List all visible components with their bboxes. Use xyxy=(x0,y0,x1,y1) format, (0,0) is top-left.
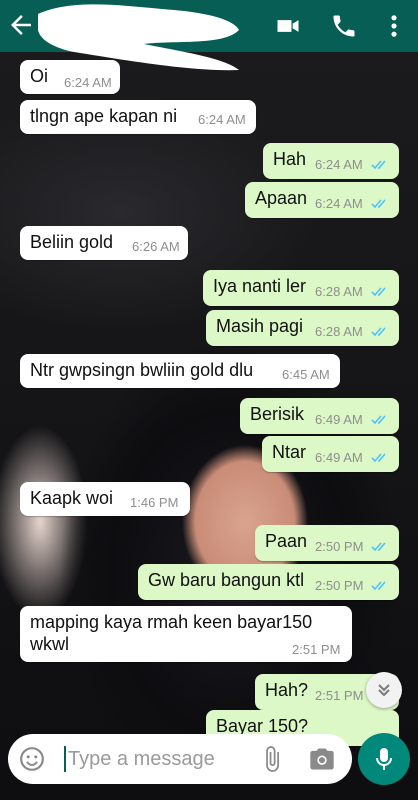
message-time: 6:28 AM xyxy=(315,324,363,339)
camera-icon[interactable] xyxy=(308,745,336,773)
message-text: Masih pagi xyxy=(216,316,304,336)
message-composer xyxy=(8,734,352,784)
message-time: 6:26 AM xyxy=(132,239,180,254)
paperclip-icon[interactable] xyxy=(258,745,286,773)
message-bubble-outgoing[interactable]: Masih pagi 6:28 AM xyxy=(206,310,399,346)
message-text: Ntr gwpsingn bwliin gold dlu xyxy=(30,360,254,380)
read-ticks-icon xyxy=(371,581,386,591)
chat-header xyxy=(0,0,418,71)
message-text: Paan xyxy=(265,531,308,551)
message-bubble-outgoing[interactable]: Apaan 6:24 AM xyxy=(245,182,399,218)
message-text: Beliin gold xyxy=(30,232,114,252)
mic-button[interactable] xyxy=(358,733,410,785)
message-input[interactable] xyxy=(68,747,258,771)
message-text: Hah? xyxy=(265,680,309,700)
more-vert-icon[interactable] xyxy=(380,12,408,40)
read-ticks-icon xyxy=(371,199,386,209)
back-arrow-icon[interactable] xyxy=(6,10,36,40)
message-bubble-incoming[interactable]: Ntr gwpsingn bwliin gold dlu 6:45 AM xyxy=(20,354,340,388)
message-bubble-incoming[interactable]: Beliin gold 6:26 AM xyxy=(20,226,188,260)
scroll-down-icon xyxy=(378,684,390,697)
read-ticks-icon xyxy=(371,160,386,170)
message-text-line2: wkwl xyxy=(30,634,69,654)
message-time: 6:24 AM xyxy=(315,196,363,211)
message-time: 6:45 AM xyxy=(282,367,330,382)
message-bubble-outgoing[interactable]: Berisik 6:49 AM xyxy=(240,398,399,434)
message-time: 1:46 PM xyxy=(130,495,179,510)
message-bubble-incoming[interactable]: Kaapk woi 1:46 PM xyxy=(20,482,190,516)
phone-icon[interactable] xyxy=(330,12,358,40)
message-text: Ntar xyxy=(272,442,307,462)
message-text: tlngn ape kapan ni xyxy=(30,106,178,126)
message-bubble-outgoing[interactable]: Hah 6:24 AM xyxy=(263,143,399,179)
message-text: Gw baru bangun ktl xyxy=(148,570,305,590)
message-time: 6:49 AM xyxy=(315,450,363,465)
read-ticks-icon xyxy=(371,453,386,463)
message-text: Kaapk woi xyxy=(30,488,114,508)
message-time: 6:24 AM xyxy=(198,112,246,127)
message-time: 2:50 PM xyxy=(315,578,364,593)
message-time: 6:28 AM xyxy=(315,284,363,299)
mic-icon xyxy=(376,748,392,770)
video-call-icon[interactable] xyxy=(274,12,302,40)
read-ticks-icon xyxy=(371,415,386,425)
read-ticks-icon xyxy=(371,542,386,552)
message-time: 2:51 PM xyxy=(315,688,364,703)
message-time: 2:50 PM xyxy=(315,539,364,554)
scroll-down-button[interactable] xyxy=(366,672,402,708)
redaction-scribble xyxy=(38,4,239,71)
message-time: 6:49 AM xyxy=(315,412,363,427)
message-time: 6:24 AM xyxy=(315,157,363,172)
message-bubble-outgoing[interactable]: Ntar 6:49 AM xyxy=(262,436,399,472)
message-bubble-incoming[interactable]: tlngn ape kapan ni 6:24 AM xyxy=(20,100,256,134)
message-text: Iya nanti ler xyxy=(213,276,307,296)
message-bubble-incoming[interactable]: mapping kaya rmah keen bayar150 wkwl 2:5… xyxy=(20,606,352,662)
message-text: mapping kaya rmah keen bayar150 xyxy=(30,612,313,632)
message-text: Apaan xyxy=(255,188,308,208)
emoji-icon[interactable] xyxy=(19,746,45,772)
message-time: 2:51 PM xyxy=(292,642,341,657)
text-caret xyxy=(64,746,66,772)
message-bubble-outgoing[interactable]: Paan 2:50 PM xyxy=(255,525,399,561)
message-bubble-outgoing[interactable]: Iya nanti ler 6:28 AM xyxy=(203,270,399,306)
message-text: Hah xyxy=(273,149,307,169)
read-ticks-icon xyxy=(371,287,386,297)
message-bubble-outgoing[interactable]: Gw baru bangun ktl 2:50 PM xyxy=(138,564,399,600)
read-ticks-icon xyxy=(371,327,386,337)
message-text: Berisik xyxy=(250,404,305,424)
